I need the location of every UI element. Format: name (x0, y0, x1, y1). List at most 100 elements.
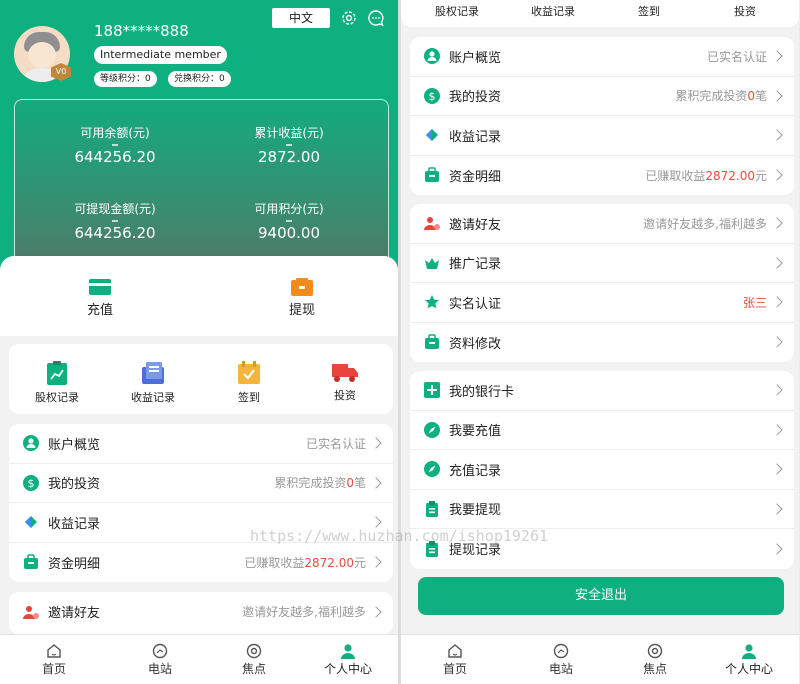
menu-edit-profile[interactable]: 资料修改 (410, 323, 794, 363)
chevron-right-icon (771, 296, 783, 308)
menu-account-overview[interactable]: 账户概览 已实名认证 (410, 37, 794, 77)
invite-menu-card: 邀请好友 邀请好友越多,福利越多 (9, 592, 393, 634)
svg-text:$: $ (429, 90, 436, 103)
nav-profile[interactable]: 个人中心 (308, 643, 388, 677)
strip-check-in[interactable]: 签到 (609, 3, 689, 19)
diamond-icon (426, 129, 438, 142)
grid-item-equity-records[interactable]: 股权记录 (17, 361, 97, 405)
menu-my-bank-card[interactable]: 我的银行卡 (410, 371, 794, 411)
add-user-icon (23, 605, 39, 619)
chevron-right-icon (370, 606, 382, 618)
menu-promotion-records[interactable]: 推广记录 (410, 244, 794, 283)
clipboard-chart-icon (47, 361, 67, 385)
left-screen: V0 188*****888 Intermediate member 等级积分：… (0, 0, 398, 684)
chat-icon[interactable] (367, 9, 385, 27)
chevron-right-icon (771, 336, 783, 348)
user-circle-icon (424, 48, 440, 65)
profile-header: V0 188*****888 Intermediate member 等级积分：… (0, 0, 398, 299)
chevron-right-icon (370, 477, 382, 489)
plus-square-icon (424, 382, 440, 399)
target-icon (246, 643, 262, 659)
chevron-right-icon (771, 424, 783, 436)
person-icon (742, 644, 756, 659)
home-icon (47, 644, 61, 658)
target-icon (647, 643, 663, 659)
chevron-right-icon (771, 257, 783, 269)
available-points: 可用积分(元) 9400.00 (254, 202, 324, 242)
menu-real-name-verification[interactable]: 实名认证 张三 (410, 283, 794, 323)
chevron-right-icon (771, 384, 783, 396)
chevron-right-icon (771, 503, 783, 515)
watermark-text: https://www.huzhan.com/ishop19261 (250, 527, 549, 545)
recharge-button[interactable]: 充值 (70, 278, 130, 318)
person-icon (341, 644, 355, 659)
shortcut-strip: 股权记录 收益记录 签到 投资 (401, 0, 799, 27)
menu-my-investments[interactable]: $ 我的投资 累积完成投资0笔 (410, 77, 794, 116)
nav-station[interactable]: 电站 (120, 643, 200, 677)
menu-earnings-records[interactable]: 收益记录 (410, 116, 794, 156)
truck-icon (332, 364, 358, 382)
strip-earnings-records[interactable]: 收益记录 (513, 3, 593, 19)
briefcase-icon (425, 167, 439, 183)
bottom-nav: 首页 电站 焦点 个人中心 (0, 634, 398, 684)
strip-equity-records[interactable]: 股权记录 (417, 3, 497, 19)
grid-item-invest[interactable]: 投资 (305, 361, 385, 403)
menu-invite-friends[interactable]: 邀请好友 邀请好友越多,福利越多 (9, 592, 393, 632)
chevron-right-icon (771, 129, 783, 141)
menu-invite-friends[interactable]: 邀请好友 邀请好友越多,福利越多 (410, 204, 794, 244)
withdraw-button[interactable]: 提现 (272, 278, 332, 318)
exchange-points-pill: 兑换积分：0 (168, 71, 231, 87)
calendar-check-icon (238, 361, 260, 384)
chevron-right-icon (771, 543, 783, 555)
compass-icon (424, 461, 440, 478)
briefcase-icon (425, 334, 439, 350)
nav-home[interactable]: 首页 (14, 643, 94, 677)
chevron-right-icon (771, 50, 783, 62)
menu-withdraw[interactable]: 我要提现 (410, 490, 794, 529)
menu-fund-details[interactable]: 资金明细 已赚取收益2872.00元 (9, 543, 393, 583)
nav-home[interactable]: 首页 (415, 643, 495, 677)
menu-recharge-records[interactable]: 充值记录 (410, 450, 794, 490)
menu-fund-details[interactable]: 资金明细 已赚取收益2872.00元 (410, 156, 794, 196)
strip-invest[interactable]: 投资 (705, 3, 785, 19)
language-button[interactable]: 中文 (272, 8, 330, 28)
nav-profile[interactable]: 个人中心 (709, 643, 789, 677)
user-circle-icon (23, 435, 39, 452)
card-icon (89, 279, 111, 295)
add-user-icon (424, 217, 440, 231)
gear-icon[interactable] (340, 9, 358, 27)
available-balance: 可用余额(元) 644256.20 (74, 126, 156, 166)
grade-points-pill: 等级积分：0 (94, 71, 157, 87)
chevron-right-icon (370, 437, 382, 449)
quick-actions: 充值 提现 (0, 256, 398, 336)
dollar-icon: $ (23, 474, 39, 491)
menu-recharge[interactable]: 我要充值 (410, 411, 794, 450)
document-stack-icon (142, 362, 164, 384)
gauge-icon (152, 643, 168, 659)
chevron-right-icon (771, 463, 783, 475)
right-screen: 股权记录 收益记录 签到 投资 账户概览 已实名认证 $ 我的投资 累积完成投资0… (401, 0, 799, 684)
chevron-right-icon (370, 556, 382, 568)
shortcut-grid: 股权记录 收益记录 签到 投资 (9, 344, 393, 414)
logout-button[interactable]: 安全退出 (418, 577, 784, 615)
nav-focus[interactable]: 焦点 (615, 643, 695, 677)
svg-text:$: $ (28, 477, 35, 490)
clipboard-icon (426, 500, 438, 517)
menu-my-investments[interactable]: $ 我的投资 累积完成投资0笔 (9, 464, 393, 503)
grid-item-check-in[interactable]: 签到 (209, 361, 289, 405)
menu-account-overview[interactable]: 账户概览 已实名认证 (9, 424, 393, 464)
briefcase-icon (24, 554, 38, 570)
account-menu-card: 账户概览 已实名认证 $ 我的投资 累积完成投资0笔 收益记录 资金明细 已赚取收… (9, 424, 393, 582)
user-phone: 188*****888 (94, 22, 189, 40)
nav-station[interactable]: 电站 (521, 643, 601, 677)
invite-menu-card-2: 邀请好友 邀请好友越多,福利越多 推广记录 实名认证 张三 资料修改 (410, 204, 794, 362)
account-menu-card-2: 账户概览 已实名认证 $ 我的投资 累积完成投资0笔 收益记录 资金明细 已赚取收… (410, 37, 794, 195)
star-icon (424, 295, 440, 309)
grid-item-earnings-records[interactable]: 收益记录 (113, 361, 193, 405)
chevron-right-icon (771, 169, 783, 181)
withdrawable-amount: 可提现金额(元) 644256.20 (74, 202, 156, 242)
wallet-icon (291, 278, 313, 296)
diamond-icon (25, 516, 37, 529)
nav-focus[interactable]: 焦点 (214, 643, 294, 677)
bottom-nav: 首页 电站 焦点 个人中心 (401, 634, 799, 684)
